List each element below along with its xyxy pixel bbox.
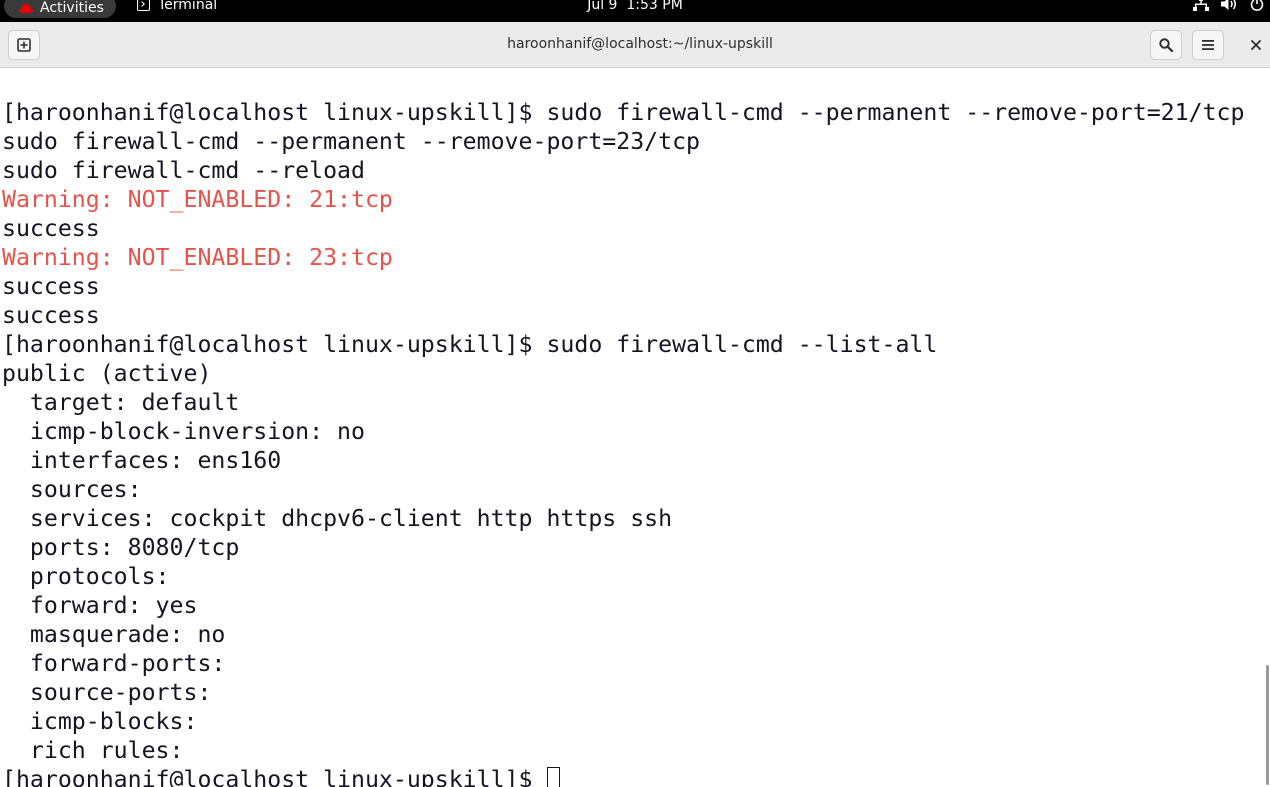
output-line: forward-ports: [2, 650, 240, 677]
new-tab-button[interactable] [8, 30, 40, 60]
window-title: haroonhanif@localhost:~/linux-upskill [507, 36, 773, 52]
close-icon [1251, 40, 1261, 50]
output-line: rich rules: [2, 737, 198, 764]
app-menu-terminal[interactable]: Terminal [137, 0, 217, 13]
terminal-scrollbar[interactable] [1266, 665, 1269, 785]
output-line: [haroonhanif@localhost linux-upskill]$ s… [2, 331, 938, 358]
warning-line: Warning: NOT_ENABLED: 21:tcp [2, 186, 393, 213]
output-line: ports: 8080/tcp [2, 534, 240, 561]
output-line: protocols: [2, 563, 184, 590]
terminal-output[interactable]: [haroonhanif@localhost linux-upskill]$ s… [0, 68, 1262, 787]
output-line: forward: yes [2, 592, 198, 619]
clock-time: 1:53 PM [626, 0, 683, 13]
clock-date: Jul 9 [587, 0, 618, 13]
output-line: success [2, 302, 100, 329]
output-line: success [2, 215, 100, 242]
activities-button[interactable]: Activities [4, 0, 116, 18]
output-line: sudo firewall-cmd --reload [2, 157, 365, 184]
top-bar: Activities Terminal Jul 9 1:53 PM [0, 0, 1270, 22]
output-line: icmp-block-inversion: no [2, 418, 365, 445]
text-cursor [547, 767, 561, 787]
search-button[interactable] [1150, 30, 1182, 60]
activities-label: Activities [40, 0, 104, 16]
output-line: services: cockpit dhcpv6-client http htt… [2, 505, 673, 532]
close-window-button[interactable] [1245, 34, 1267, 56]
network-icon [1193, 0, 1209, 11]
output-line: [haroonhanif@localhost linux-upskill]$ s… [2, 99, 1245, 126]
prompt-line[interactable]: [haroonhanif@localhost linux-upskill]$ [2, 765, 1262, 787]
output-line: source-ports: [2, 679, 226, 706]
system-tray[interactable] [1193, 0, 1264, 11]
power-icon [1250, 0, 1264, 11]
warning-line: Warning: NOT_ENABLED: 23:tcp [2, 244, 393, 271]
clock-button[interactable]: Jul 9 1:53 PM [587, 0, 683, 13]
output-line: icmp-blocks: [2, 708, 212, 735]
output-line: public (active) [2, 360, 212, 387]
output-line: interfaces: ens160 [2, 447, 282, 474]
app-menu-label: Terminal [158, 0, 218, 13]
output-line: sources: [2, 476, 156, 503]
hamburger-menu-icon [1202, 40, 1214, 50]
output-line: target: default [2, 389, 240, 416]
menu-button[interactable] [1192, 30, 1224, 60]
output-line: sudo firewall-cmd --permanent --remove-p… [2, 128, 701, 155]
redhat-logo-icon [19, 4, 33, 13]
shell-prompt: [haroonhanif@localhost linux-upskill]$ [2, 766, 547, 787]
terminal-icon [137, 0, 150, 11]
terminal-header-bar: haroonhanif@localhost:~/linux-upskill [0, 22, 1270, 68]
output-line: success [2, 273, 100, 300]
new-tab-icon [17, 38, 31, 52]
output-line: masquerade: no [2, 621, 226, 648]
volume-icon [1221, 0, 1236, 10]
search-icon [1159, 38, 1173, 52]
window-title-container: haroonhanif@localhost:~/linux-upskill [0, 36, 1270, 52]
